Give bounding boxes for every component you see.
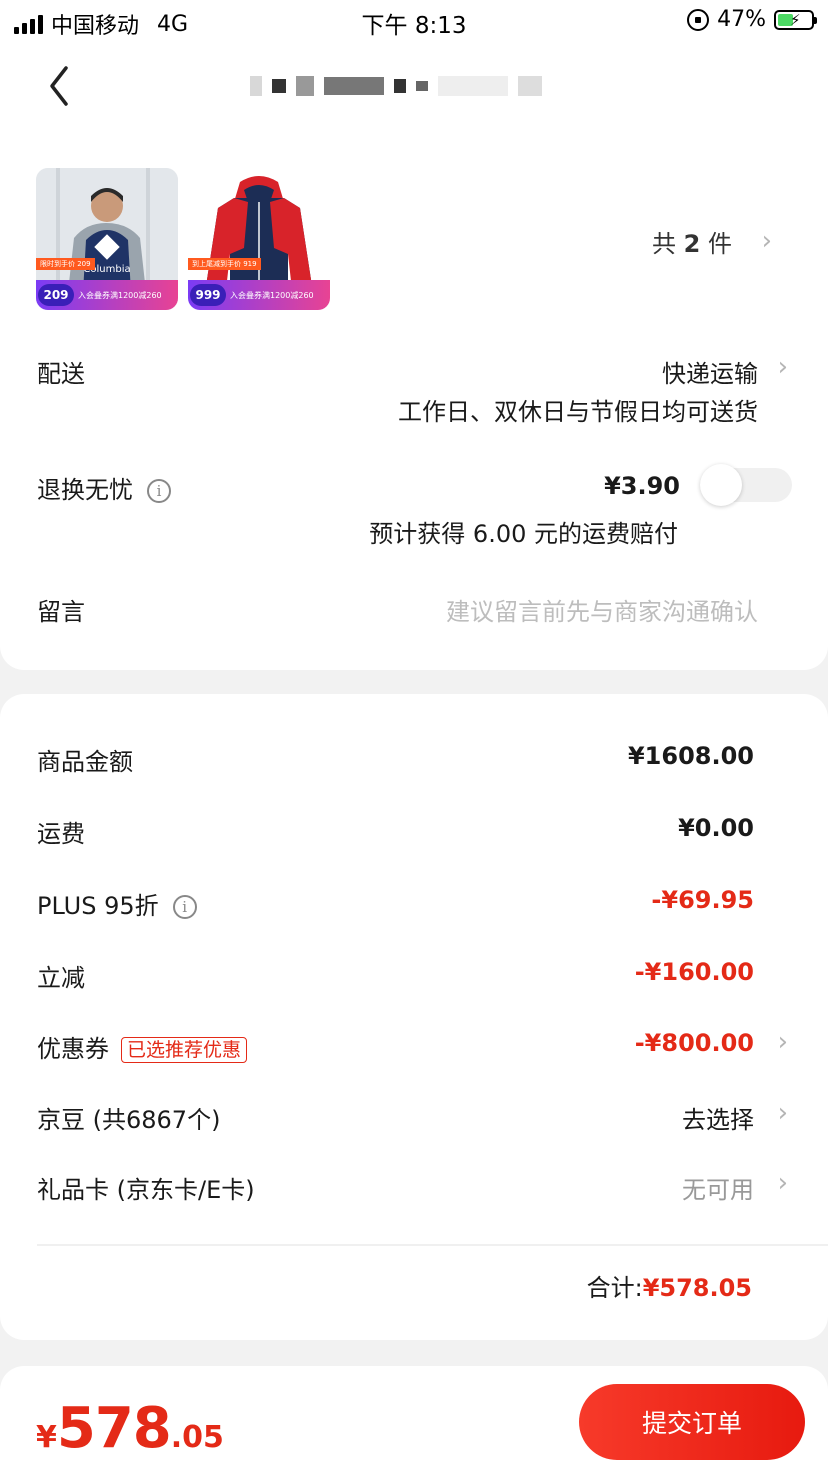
order-options-card: Columbia 限时到手价 209 入会叠券满1200减260 209 到上尾… — [0, 130, 828, 670]
product-thumbnail[interactable]: 到上尾减到手价 919 入会叠券满1200减260 999 — [188, 168, 330, 310]
summary-value-giftcard[interactable]: 无可用 — [682, 1170, 754, 1205]
price-ribbon: 到上尾减到手价 919 — [188, 258, 261, 270]
total-price: ¥578.05 — [36, 1396, 224, 1461]
summary-total-label: 合计: — [586, 1274, 643, 1302]
item-count-number: 2 — [683, 230, 701, 258]
toggle-knob — [700, 464, 742, 506]
message-label: 留言 — [37, 598, 85, 626]
price-badge: 999 — [190, 284, 226, 306]
chevron-right-icon[interactable]: › — [778, 1098, 788, 1128]
nav-bar — [0, 44, 828, 130]
summary-coupon-row[interactable]: 优惠券 已选推荐优惠 — [37, 1029, 248, 1064]
checkout-bar: ¥578.05 提交订单 — [0, 1366, 828, 1472]
return-insurance-note: 预计获得 6.00 元的运费赔付 — [369, 520, 678, 548]
total-currency: ¥ — [36, 1420, 57, 1455]
price-ribbon: 限时到手价 209 — [36, 258, 95, 270]
summary-label-giftcard: 礼品卡 (京东卡/E卡) — [37, 1176, 255, 1204]
summary-label-goods: 商品金额 — [37, 748, 133, 776]
summary-value-coupon[interactable]: -¥800.00 — [635, 1029, 754, 1057]
status-right: 47% ⚡ — [687, 7, 817, 32]
divider — [37, 1244, 828, 1246]
status-bar: 中国移动 4G 下午 8:13 47% ⚡ — [0, 0, 828, 44]
total-decimal: .05 — [170, 1420, 224, 1455]
product-thumbnail[interactable]: Columbia 限时到手价 209 入会叠券满1200减260 209 — [36, 168, 178, 310]
battery-percent: 47% — [717, 7, 766, 32]
charging-bolt-icon: ⚡ — [790, 10, 801, 29]
chevron-right-icon[interactable]: › — [778, 1168, 788, 1198]
item-count[interactable]: 共 2 件 — [652, 224, 732, 259]
info-icon[interactable]: i — [172, 895, 197, 919]
promo-text: 入会叠券满1200减260 — [78, 290, 162, 300]
chevron-right-icon[interactable]: › — [778, 1027, 788, 1057]
price-summary-card: 商品金额 ¥1608.00 运费 ¥0.00 PLUS 95折 i -¥69.95… — [0, 694, 828, 1340]
summary-value-jingdou[interactable]: 去选择 — [682, 1100, 754, 1135]
return-insurance-toggle[interactable] — [700, 464, 792, 506]
battery-icon: ⚡ — [774, 9, 817, 30]
chevron-right-icon[interactable]: › — [762, 226, 772, 256]
delivery-note: 工作日、双休日与节假日均可送货 — [398, 398, 758, 426]
summary-total: 合计:¥578.05 — [587, 1268, 752, 1303]
summary-plus-row: PLUS 95折 i — [37, 886, 197, 921]
chevron-right-icon[interactable]: › — [778, 352, 788, 382]
summary-label-shipping: 运费 — [37, 820, 85, 848]
return-insurance-label: 退换无忧 — [37, 476, 133, 504]
chevron-left-icon[interactable] — [42, 62, 82, 110]
page-title-redacted — [250, 76, 542, 96]
delivery-method[interactable]: 快递运输 — [662, 354, 758, 389]
item-count-suffix: 件 — [708, 230, 732, 258]
summary-label-instant: 立减 — [37, 964, 85, 992]
summary-value-plus: -¥69.95 — [651, 886, 754, 914]
summary-value-goods: ¥1608.00 — [627, 742, 754, 770]
price-badge: 209 — [38, 284, 74, 306]
summary-label-coupon: 优惠券 — [37, 1035, 109, 1063]
coupon-tag: 已选推荐优惠 — [121, 1037, 248, 1063]
item-count-prefix: 共 — [652, 230, 677, 258]
orientation-lock-icon — [687, 8, 710, 31]
delivery-label: 配送 — [37, 360, 85, 388]
summary-label-jingdou: 京豆 (共6867个) — [37, 1106, 221, 1134]
summary-total-value: ¥578.05 — [642, 1274, 752, 1302]
submit-order-button[interactable]: 提交订单 — [579, 1384, 805, 1460]
message-input[interactable]: 建议留言前先与商家沟通确认 — [446, 592, 758, 627]
return-insurance-row: 退换无忧 i — [37, 470, 171, 505]
summary-value-shipping: ¥0.00 — [678, 814, 754, 842]
promo-text: 入会叠券满1200减260 — [230, 290, 314, 300]
info-icon[interactable]: i — [147, 479, 171, 503]
summary-label-plus: PLUS 95折 — [37, 892, 159, 920]
return-insurance-price: ¥3.90 — [604, 472, 680, 500]
summary-value-instant: -¥160.00 — [634, 958, 754, 986]
total-integer: 578 — [56, 1396, 172, 1461]
